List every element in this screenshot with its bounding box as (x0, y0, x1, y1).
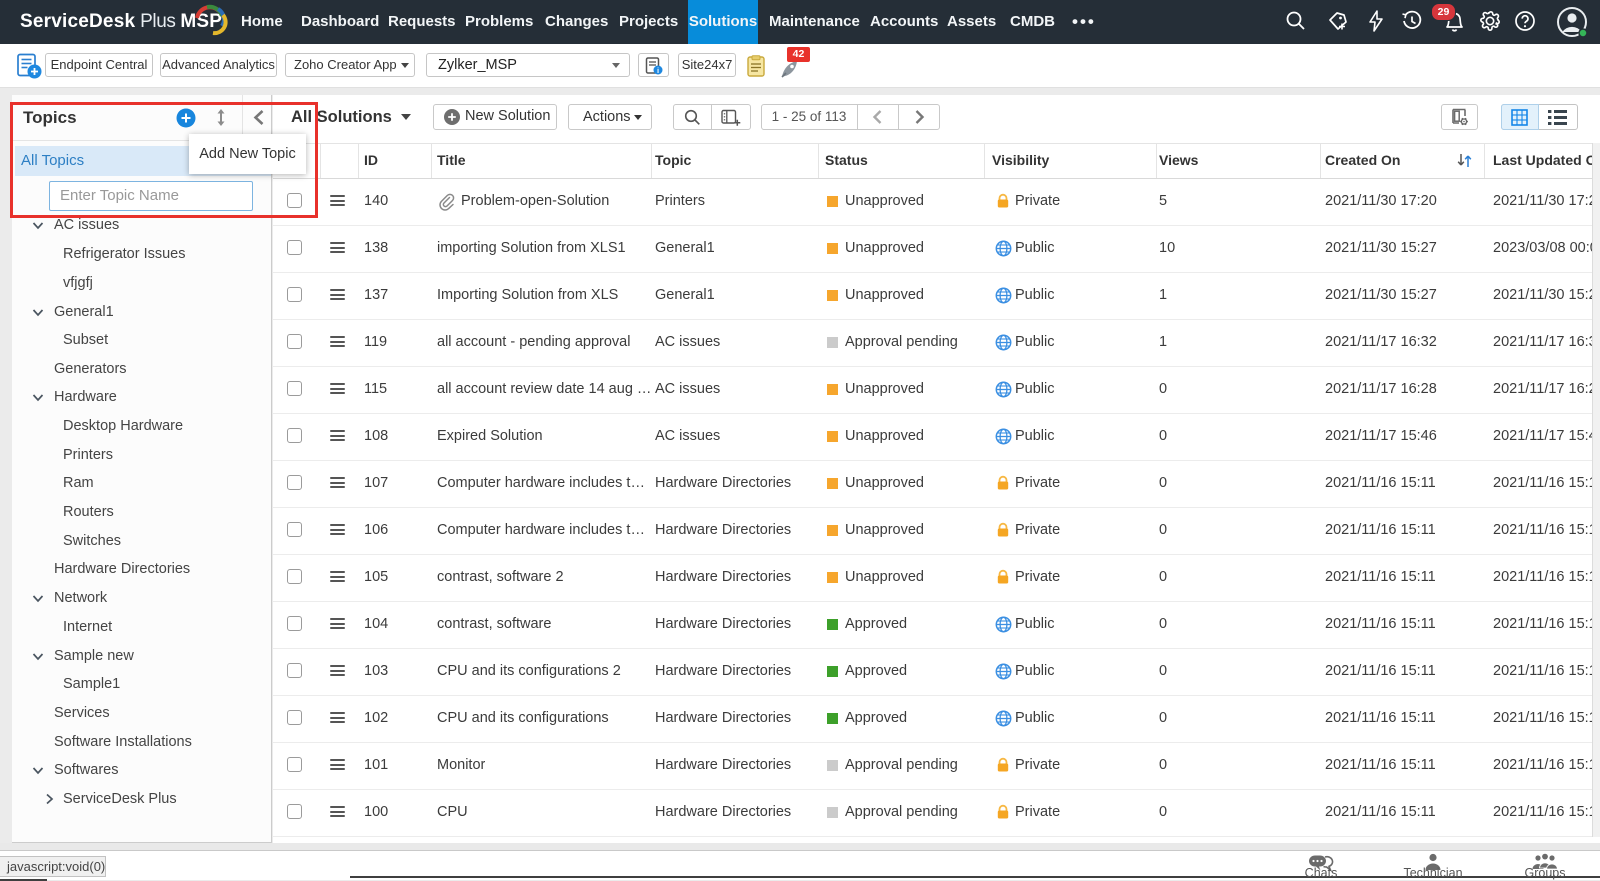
svg-text:i: i (657, 66, 659, 75)
